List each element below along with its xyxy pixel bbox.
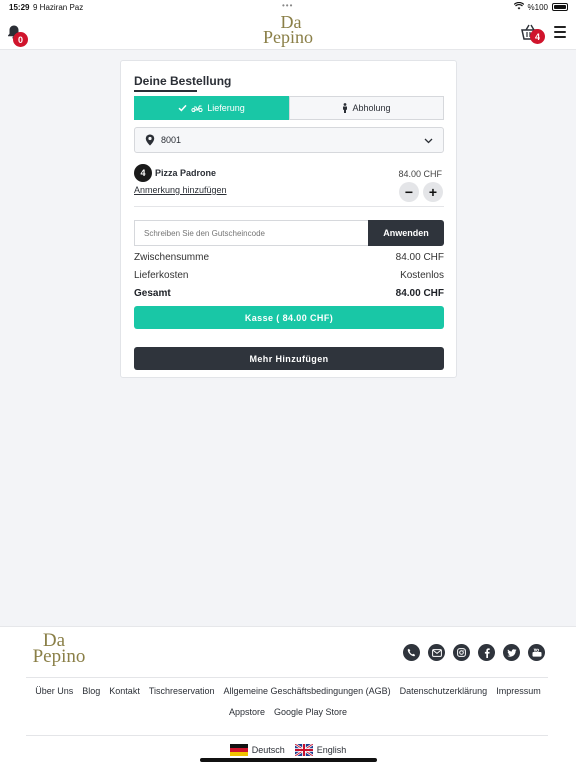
footer-link-terms[interactable]: Allgemeine Geschäftsbedingungen (AGB) [224,686,391,696]
subtotal-label: Zwischensumme [134,252,210,263]
coupon-form: Anwenden [134,220,444,246]
subtotal-row: Zwischensumme 84.00 CHF [134,252,444,263]
add-more-button[interactable]: Mehr Hinzufügen [134,347,444,370]
social-links [403,644,545,661]
tab-pickup[interactable]: Abholung [289,96,444,120]
status-date: 9 Haziran Paz [33,3,84,12]
lang-german-label: Deutsch [251,745,285,755]
status-right: %100 [513,1,568,12]
language-switcher: Deutsch English [0,744,576,756]
german-flag-icon [229,744,248,756]
footer-divider-2 [26,735,548,736]
title-underline [134,90,197,92]
item-quantity-badge: 4 [134,164,152,182]
check-icon [178,104,187,112]
facebook-icon[interactable] [478,644,495,661]
footer-links-row1: Über Uns Blog Kontakt Tischreservation A… [0,686,576,696]
footer-link-imprint[interactable]: Impressum [496,686,541,696]
hamburger-menu-icon[interactable] [554,26,566,38]
multitask-dots[interactable]: ••• [282,1,293,10]
divider [134,206,444,207]
instagram-icon[interactable] [453,644,470,661]
delivery-cost-label: Lieferkosten [134,270,189,281]
cart-badge: 4 [530,29,545,44]
subtotal-value: 84.00 CHF [395,252,444,263]
notifications-badge: 0 [13,32,28,47]
footer-links-row2: Appstore Google Play Store [0,707,576,717]
footer-link-google-play[interactable]: Google Play Store [274,707,347,717]
total-value: 84.00 CHF [395,288,444,299]
person-icon [343,103,348,113]
increase-quantity-button[interactable]: + [423,182,443,202]
scooter-icon [191,105,203,112]
footer-link-blog[interactable]: Blog [82,686,100,696]
battery-icon [552,3,568,11]
address-value: 8001 [161,135,182,145]
status-time: 15:29 [9,3,30,12]
youtube-icon[interactable] [528,644,545,661]
footer-logo-line2: Pepino [32,646,86,667]
wifi-icon [513,1,524,12]
item-name: Pizza Padrone [155,168,217,178]
address-select[interactable]: 8001 [134,127,444,153]
coupon-input[interactable] [134,220,368,246]
item-price: 84.00 CHF [398,169,442,179]
chevron-down-icon [424,138,433,144]
uk-flag-icon [294,744,313,756]
add-note-link[interactable]: Anmerkung hinzufügen [134,185,227,195]
phone-icon[interactable] [403,644,420,661]
total-row: Gesamt 84.00 CHF [134,288,444,299]
order-title: Deine Bestellung [134,74,232,88]
footer-link-contact[interactable]: Kontakt [109,686,140,696]
footer-link-privacy[interactable]: Datenschutzerklärung [400,686,488,696]
home-indicator[interactable] [200,758,377,762]
footer-logo[interactable]: Da Pepino [26,631,92,667]
site-footer: Da Pepino Über Uns Blog Kontakt Tischres… [0,626,576,768]
apply-coupon-button[interactable]: Anwenden [368,220,444,246]
mail-icon[interactable] [428,644,445,661]
delivery-cost-row: Lieferkosten Kostenlos [134,270,444,281]
lang-english[interactable]: English [294,744,347,756]
brand-logo[interactable]: Da Pepino [250,13,326,49]
delivery-mode-toggle: Lieferung Abholung [134,96,444,120]
footer-link-about[interactable]: Über Uns [35,686,73,696]
delivery-label: Lieferung [207,103,245,113]
map-pin-icon [145,134,155,146]
lang-english-label: English [316,745,347,755]
total-label: Gesamt [134,288,171,299]
app-header: 0 Da Pepino 4 [0,13,576,50]
delivery-cost-value: Kostenlos [400,270,444,281]
decrease-quantity-button[interactable]: − [399,182,419,202]
checkout-button[interactable]: Kasse ( 84.00 CHF) [134,306,444,329]
footer-link-reservation[interactable]: Tischreservation [149,686,215,696]
lang-german[interactable]: Deutsch [229,744,285,756]
order-card: Deine Bestellung Lieferung Abholung 8001… [120,60,457,378]
twitter-icon[interactable] [503,644,520,661]
tab-delivery[interactable]: Lieferung [134,96,289,120]
pickup-label: Abholung [352,103,391,113]
battery-percent: %100 [527,2,548,12]
footer-link-appstore[interactable]: Appstore [229,707,265,717]
logo-line2: Pepino [262,27,313,47]
footer-divider [26,677,548,678]
